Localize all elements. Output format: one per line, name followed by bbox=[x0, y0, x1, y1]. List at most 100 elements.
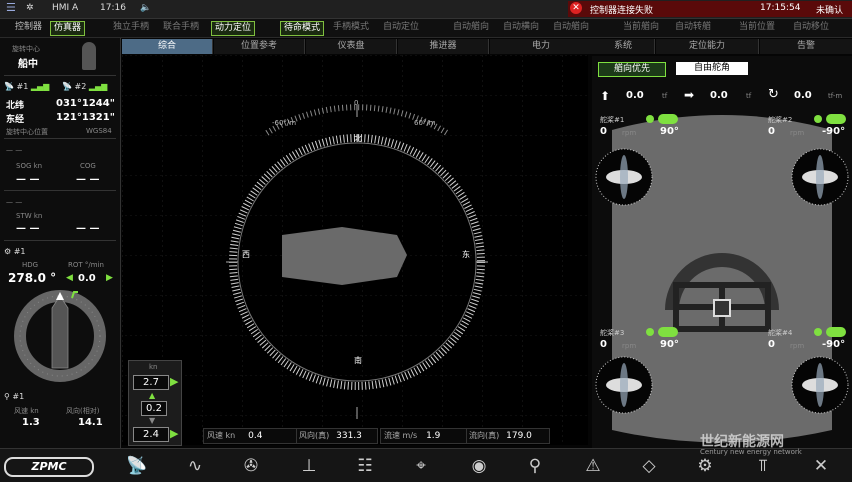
tab-capability[interactable]: 定位能力 bbox=[656, 39, 759, 54]
compass-west: 西 bbox=[242, 250, 250, 259]
warning-icon[interactable]: ⚠ bbox=[578, 453, 608, 479]
stepper-up-icon[interactable]: ▲ bbox=[149, 391, 155, 400]
mode-auto-position[interactable]: 自动定位 bbox=[380, 21, 422, 34]
equalizer-icon[interactable]: ☷ bbox=[350, 453, 380, 479]
mode-controller[interactable]: 控制器 bbox=[12, 21, 45, 34]
thruster2-toggle[interactable] bbox=[826, 114, 846, 124]
compass-icon[interactable]: ◉ bbox=[464, 453, 494, 479]
watermark-subtext: Century new energy network bbox=[700, 448, 802, 456]
stepper-top-arrow-icon[interactable]: ▶ bbox=[170, 375, 178, 388]
tab-power[interactable]: 电力 bbox=[490, 39, 593, 54]
tools-icon[interactable]: ✕ bbox=[806, 453, 836, 479]
alarm-time: 17:15:54 bbox=[760, 3, 801, 13]
mode-auto-turn[interactable]: 自动转艏 bbox=[672, 21, 714, 34]
gps1-label: 📡 #1 ▂▄▆ bbox=[4, 82, 50, 91]
speaker-icon[interactable]: 🔈 bbox=[140, 3, 151, 13]
mode-current-heading[interactable]: 当前艏向 bbox=[620, 21, 662, 34]
speed-stepper: kn 2.7 ▶ ▲ 0.2 ▼ 2.4 ▶ bbox=[128, 360, 182, 446]
mode-bar: 控制器 仿真器 独立手柄 联合手柄 动力定位 待命模式 手柄模式 自动定位 自动… bbox=[0, 19, 852, 38]
alarm-ack[interactable]: 未确认 bbox=[816, 3, 843, 16]
thruster1-rpm: 0 bbox=[600, 126, 607, 137]
sway-arrow-icon: ➡ bbox=[684, 88, 695, 102]
rotation-center-label: 旋转中心 bbox=[12, 45, 40, 53]
sensor-icon[interactable]: ⊥ bbox=[294, 453, 324, 479]
mode-auto-lateral[interactable]: 自动横向 bbox=[500, 21, 542, 34]
heading-priority-button[interactable]: 艏向优先 bbox=[598, 62, 666, 77]
thruster1-toggle[interactable] bbox=[658, 114, 678, 124]
rot-value: 0.0 bbox=[78, 273, 96, 284]
mode-joystick[interactable]: 手柄模式 bbox=[330, 21, 372, 34]
stepper-mid-value[interactable]: 0.2 bbox=[141, 401, 167, 416]
system-logo-icon: ✲ bbox=[26, 3, 34, 13]
tab-system[interactable]: 系统 bbox=[592, 39, 655, 54]
stepper-bottom-arrow-icon[interactable]: ▶ bbox=[170, 427, 178, 440]
stw-value: — — bbox=[16, 223, 40, 234]
compass-east: 东 bbox=[462, 250, 470, 259]
cog-value: — — bbox=[76, 174, 100, 185]
mode-auto-heading[interactable]: 自动艏向 bbox=[450, 21, 492, 34]
mode-auto-shift[interactable]: 自动移位 bbox=[790, 21, 832, 34]
stw-value-2: — — bbox=[76, 223, 100, 234]
wind-direction-label: 风向(相对) bbox=[66, 407, 100, 415]
tab-overview[interactable]: 综合 bbox=[122, 39, 213, 54]
cog-label: COG bbox=[80, 162, 96, 170]
mode-dp[interactable]: 动力定位 bbox=[211, 21, 256, 36]
stepper-unit: kn bbox=[149, 363, 158, 371]
stepper-top-value[interactable]: 2.7 bbox=[133, 375, 169, 390]
compass-south: 南 bbox=[354, 356, 362, 365]
satellite-icon[interactable]: 📡 bbox=[122, 453, 152, 479]
mode-combined-joystick[interactable]: 联合手柄 bbox=[160, 21, 202, 34]
alarm-text: 控制器连接失败 bbox=[590, 6, 654, 16]
ship-icon[interactable] bbox=[82, 42, 96, 70]
tab-dashboard[interactable]: 仪表盘 bbox=[306, 39, 397, 54]
speed-dash: — — bbox=[6, 146, 23, 154]
thruster2-rpm: 0 bbox=[768, 126, 775, 137]
waypoint-icon[interactable]: ⚲ bbox=[520, 453, 550, 479]
stw-label: STW kn bbox=[16, 212, 43, 220]
rot-label: ROT °/min bbox=[68, 261, 104, 269]
thruster1-angle: 90° bbox=[660, 126, 679, 137]
position-plot[interactable]: 北 东 南 西 0 -60°/m 60°/m ⤴ ⩓ ◍ ▲ ⊕ ⊖ ••• bbox=[122, 55, 708, 445]
stepper-bottom-value[interactable]: 2.4 bbox=[133, 427, 169, 442]
thruster-panel: 艏向优先 自由舵角 ⬆ 0.0 tf ➡ 0.0 tf ↻ 0.0 tf-m 舵… bbox=[592, 56, 852, 448]
mode-current-position[interactable]: 当前位置 bbox=[736, 21, 778, 34]
thruster3-status-icon bbox=[646, 328, 654, 336]
dock-icon[interactable]: ⫪ bbox=[748, 453, 778, 479]
surge-arrow-icon: ⬆ bbox=[600, 89, 611, 103]
wind-speed-label: 风速 kn bbox=[14, 407, 39, 415]
surge-value: 0.0 bbox=[626, 90, 644, 101]
mode-auto-heading-2[interactable]: 自动艏向 bbox=[550, 21, 592, 34]
status-current-dir: 179.0 bbox=[506, 431, 532, 441]
current-direction-box: 流向(真) 179.0 bbox=[466, 428, 550, 444]
stepper-down-icon[interactable]: ▼ bbox=[149, 416, 155, 425]
thruster3-toggle[interactable] bbox=[658, 327, 678, 337]
tab-alarms[interactable]: 告警 bbox=[760, 39, 852, 54]
status-current: 1.9 bbox=[426, 431, 441, 441]
thruster1-rpm-unit: rpm bbox=[622, 129, 637, 137]
lat-value: 031°1244" bbox=[56, 98, 115, 109]
gps2-label: 📡 #2 ▂▄▆ bbox=[62, 82, 108, 91]
mode-standby[interactable]: 待命模式 bbox=[280, 21, 325, 36]
menu-icon[interactable]: ☰ bbox=[6, 1, 16, 14]
thruster1-status-icon bbox=[646, 115, 654, 123]
waveform-icon[interactable]: ∿ bbox=[180, 453, 210, 479]
tab-position-reference[interactable]: 位置参考 bbox=[214, 39, 305, 54]
thruster2-name: 舵桨#2 bbox=[768, 116, 793, 124]
ship-outline-icon[interactable]: ◇ bbox=[634, 453, 664, 479]
surge-unit: tf bbox=[662, 92, 668, 100]
alarm-banner[interactable]: ✕ 控制器连接失败 17:15:54 未确认 bbox=[568, 1, 852, 17]
mode-simulator[interactable]: 仿真器 bbox=[50, 21, 86, 36]
gps2-id: #2 bbox=[74, 82, 87, 91]
settings-icon[interactable]: ⚙ bbox=[690, 453, 720, 479]
crosshair-icon[interactable]: ⌖ bbox=[406, 453, 436, 479]
free-rudder-button[interactable]: 自由舵角 bbox=[676, 62, 748, 75]
thruster4-status-icon bbox=[814, 328, 822, 336]
status-current-dir-label: 流向(真) bbox=[469, 431, 500, 440]
alarm-close-icon[interactable]: ✕ bbox=[570, 2, 582, 14]
thruster4-toggle[interactable] bbox=[826, 327, 846, 337]
mode-independent-joystick[interactable]: 独立手柄 bbox=[110, 21, 152, 34]
lat-label: 北纬 bbox=[6, 101, 25, 111]
fan-icon[interactable]: ✇ bbox=[236, 453, 266, 479]
tab-thrusters[interactable]: 推进器 bbox=[398, 39, 489, 54]
thruster2-rpm-unit: rpm bbox=[790, 129, 805, 137]
